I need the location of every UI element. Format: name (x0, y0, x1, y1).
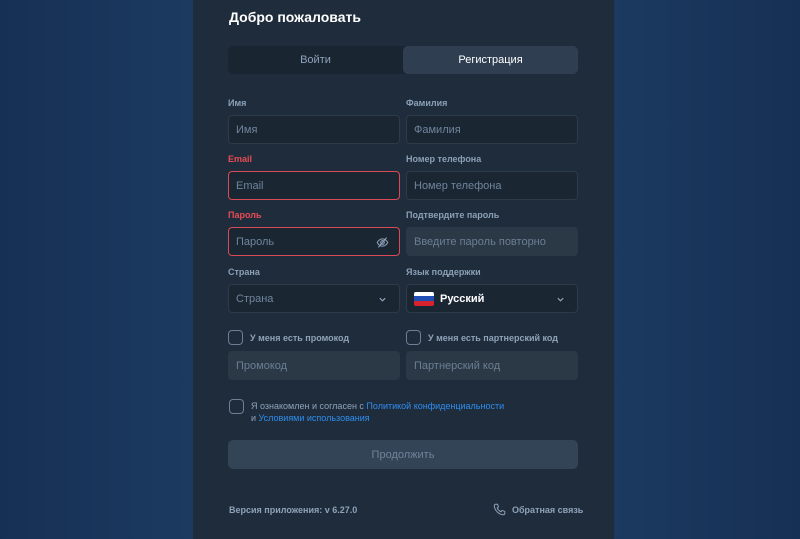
promo-checkbox-label: У меня есть промокод (250, 332, 350, 343)
confirm-password-label: Подтвердите пароль (406, 210, 500, 220)
promo-code-wrapper (228, 351, 400, 380)
country-placeholder: Страна (236, 292, 274, 305)
first-name-group: Имя (228, 98, 400, 144)
email-input[interactable] (229, 172, 399, 199)
last-name-input[interactable] (407, 116, 577, 143)
first-name-input[interactable] (229, 116, 399, 143)
tab-login[interactable]: Войти (228, 46, 403, 74)
chevron-down-icon (557, 297, 564, 302)
agreement-prefix: Я ознакомлен и согласен с (251, 401, 367, 411)
feedback-link[interactable]: Обратная связь (493, 503, 583, 516)
promo-checkbox[interactable] (228, 330, 243, 345)
support-language-select[interactable]: Русский (406, 284, 578, 313)
privacy-policy-link[interactable]: Политикой конфиденциальности (366, 401, 504, 411)
partner-checkbox-row[interactable]: У меня есть партнерский код (406, 330, 558, 345)
country-label: Страна (228, 267, 260, 277)
agreement-conj: и (251, 413, 259, 423)
terms-link[interactable]: Условиями использования (259, 413, 370, 423)
last-name-group: Фамилия (406, 98, 578, 144)
confirm-password-input[interactable] (407, 228, 577, 255)
support-language-label: Язык поддержки (406, 267, 481, 277)
support-language-value: Русский (440, 292, 485, 305)
email-label: Email (228, 154, 253, 164)
russia-flag-icon (414, 291, 434, 306)
country-group: Страна Страна (228, 267, 400, 313)
confirm-password-wrapper (406, 227, 578, 256)
phone-wrapper (406, 171, 578, 200)
password-label: Пароль (228, 210, 262, 220)
first-name-wrapper (228, 115, 400, 144)
chevron-down-icon (379, 297, 386, 302)
confirm-password-group: Подтвердите пароль (406, 210, 578, 256)
last-name-label: Фамилия (406, 98, 448, 108)
page-title: Добро пожаловать (229, 9, 361, 25)
phone-group: Номер телефона (406, 154, 578, 200)
promo-code-group (228, 346, 400, 380)
promo-checkbox-row[interactable]: У меня есть промокод (228, 330, 349, 345)
support-language-group: Язык поддержки Русский (406, 267, 578, 313)
password-input[interactable] (229, 228, 399, 255)
partner-checkbox-label: У меня есть партнерский код (428, 332, 559, 343)
phone-label: Номер телефона (406, 154, 482, 164)
tab-register[interactable]: Регистрация (403, 46, 578, 74)
partner-code-group (406, 346, 578, 380)
partner-code-wrapper (406, 351, 578, 380)
registration-panel: Добро пожаловать Войти Регистрация Имя Ф… (193, 0, 614, 539)
first-name-label: Имя (228, 98, 247, 108)
agreement-row: Я ознакомлен и согласен с Политикой конф… (229, 399, 504, 424)
promo-code-input[interactable] (229, 352, 399, 379)
agreement-checkbox[interactable] (229, 399, 244, 414)
email-wrapper (228, 171, 400, 200)
phone-input[interactable] (407, 172, 577, 199)
password-group: Пароль (228, 210, 400, 256)
feedback-label: Обратная связь (512, 504, 584, 515)
partner-checkbox[interactable] (406, 330, 421, 345)
last-name-wrapper (406, 115, 578, 144)
partner-code-input[interactable] (407, 352, 577, 379)
eye-off-icon[interactable] (376, 236, 389, 249)
app-version: Версия приложения: v 6.27.0 (229, 505, 358, 515)
password-wrapper (228, 227, 400, 256)
email-group: Email (228, 154, 400, 200)
country-select[interactable]: Страна (228, 284, 400, 313)
auth-tabs: Войти Регистрация (228, 46, 578, 74)
continue-button[interactable]: Продолжить (228, 440, 578, 469)
phone-icon (493, 503, 506, 516)
agreement-text: Я ознакомлен и согласен с Политикой конф… (251, 400, 504, 424)
